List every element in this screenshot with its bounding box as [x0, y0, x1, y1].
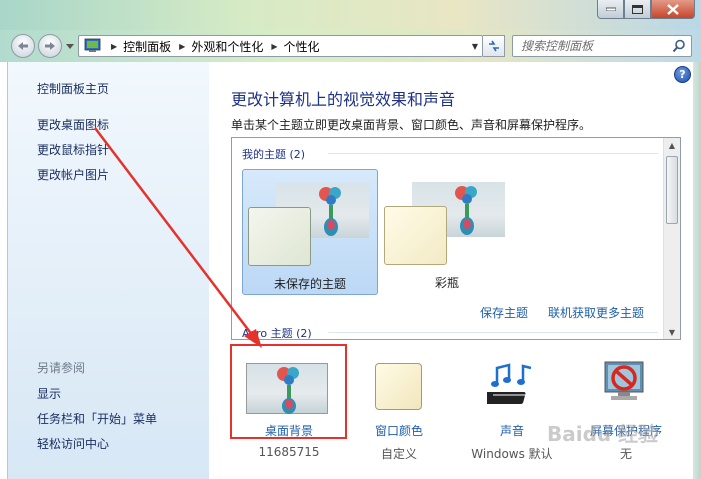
arrow-right-icon — [45, 42, 55, 50]
theme-unsaved[interactable]: 未保存的主题 — [242, 169, 378, 295]
theme-caiping[interactable]: 彩瓶 — [379, 169, 515, 295]
save-theme-link[interactable]: 保存主题 — [480, 304, 528, 321]
maximize-icon — [632, 4, 643, 14]
sidebar: 控制面板主页 更改桌面图标 更改鼠标指针 更改帐户图片 另请参阅 显示 任务栏和… — [7, 62, 209, 479]
setting-value: 11685715 — [258, 445, 320, 459]
group-header-my-themes: 我的主题 (2) — [242, 148, 306, 161]
recent-pages-dropdown-icon[interactable] — [66, 42, 74, 50]
back-button[interactable] — [11, 34, 35, 58]
refresh-button[interactable] — [483, 35, 505, 57]
watermark-logo: Baidu 经验 — [547, 422, 659, 446]
vase-image — [455, 186, 477, 235]
theme-list: 我的主题 (2) 未保存的主题 彩瓶 保存主题 联机获取更多主题 Aero 主题… — [231, 137, 681, 340]
window-controls — [597, 0, 695, 19]
setting-value: 自定义 — [380, 447, 417, 461]
sidebar-link-change-desktop-icons[interactable]: 更改桌面图标 — [37, 116, 109, 133]
page-description: 单击某个主题立即更改桌面背景、窗口颜色、声音和屏幕保护程序。 — [231, 118, 592, 132]
maximize-button[interactable] — [624, 0, 651, 19]
close-button[interactable] — [651, 0, 695, 19]
theme-preview-window — [384, 206, 447, 265]
sidebar-link-taskbar-start-menu[interactable]: 任务栏和「开始」菜单 — [37, 410, 157, 427]
sidebar-link-ease-of-access[interactable]: 轻松访问中心 — [37, 435, 109, 452]
search-box[interactable] — [512, 35, 692, 57]
navigation-bar: ▶ 控制面板 ▶ 外观和个性化 ▶ 个性化 ▼ — [0, 30, 701, 62]
window-color-swatch — [375, 363, 422, 410]
control-panel-icon — [84, 38, 101, 52]
group-divider — [328, 153, 658, 154]
address-dropdown-icon[interactable]: ▼ — [472, 42, 478, 51]
vase-image — [319, 187, 341, 236]
minimize-icon — [605, 7, 616, 11]
setting-value: 无 — [619, 447, 632, 461]
sidebar-link-change-mouse-pointers[interactable]: 更改鼠标指针 — [37, 141, 109, 158]
setting-value: Windows 默认 — [471, 447, 553, 461]
group-header-aero-themes: Aero 主题 (2) — [242, 327, 312, 340]
sidebar-link-control-panel-home[interactable]: 控制面板主页 — [37, 80, 109, 97]
window-border — [693, 62, 701, 479]
title-bar — [0, 0, 701, 30]
help-icon[interactable]: ? — [674, 66, 691, 83]
search-input[interactable] — [521, 38, 666, 54]
breadcrumb-control-panel[interactable]: 控制面板 — [123, 38, 171, 55]
breadcrumb-personalization[interactable]: 个性化 — [284, 38, 320, 55]
breadcrumb-separator-icon: ▶ — [179, 41, 186, 51]
scroll-down-icon[interactable]: ▼ — [664, 325, 680, 339]
breadcrumb-appearance[interactable]: 外观和个性化 — [191, 38, 263, 55]
close-icon — [667, 3, 679, 15]
group-divider — [328, 332, 658, 333]
breadcrumb-separator-icon: ▶ — [111, 41, 118, 51]
page-title: 更改计算机上的视觉效果和声音 — [231, 90, 456, 109]
arrow-left-icon — [18, 42, 28, 50]
address-box[interactable]: ▶ 控制面板 ▶ 外观和个性化 ▶ 个性化 ▼ — [78, 35, 483, 57]
theme-preview-window — [248, 207, 311, 266]
theme-label: 彩瓶 — [434, 276, 459, 290]
scroll-up-icon[interactable]: ▲ — [664, 138, 680, 154]
search-icon[interactable] — [672, 39, 686, 53]
theme-label: 未保存的主题 — [273, 277, 346, 291]
theme-list-scrollbar[interactable]: ▲ ▼ — [663, 138, 680, 339]
sidebar-link-display[interactable]: 显示 — [37, 385, 61, 402]
setting-label: 窗口颜色 — [374, 424, 423, 438]
scrollbar-thumb[interactable] — [666, 156, 678, 224]
setting-window-color[interactable]: 窗口颜色 自定义 — [344, 360, 454, 461]
annotation-highlight-box — [230, 344, 347, 439]
forward-button[interactable] — [38, 34, 62, 58]
refresh-icon — [488, 40, 499, 52]
sidebar-link-change-account-picture[interactable]: 更改帐户图片 — [37, 166, 109, 183]
get-more-themes-link[interactable]: 联机获取更多主题 — [548, 304, 644, 321]
no-screensaver-icon — [604, 361, 644, 400]
music-notes-icon — [487, 363, 532, 404]
minimize-button[interactable] — [597, 0, 624, 19]
breadcrumb-separator-icon: ▶ — [271, 41, 278, 51]
see-also-heading: 另请参阅 — [37, 361, 86, 375]
